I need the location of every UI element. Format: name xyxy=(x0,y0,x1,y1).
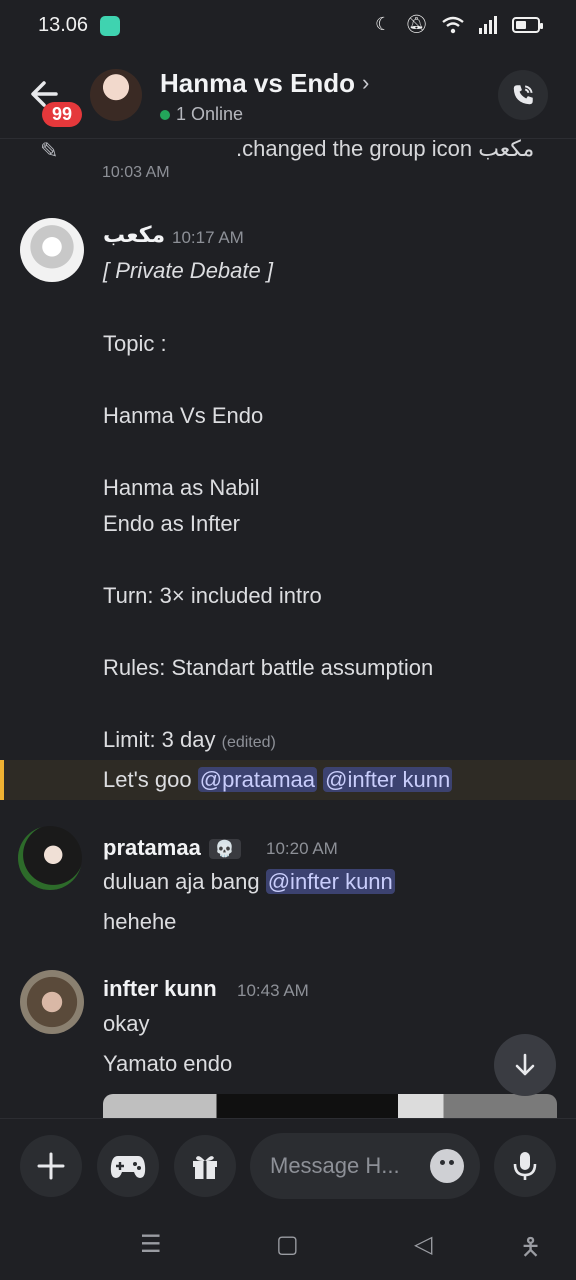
skull-badge-icon: 💀 xyxy=(208,839,241,860)
message-input[interactable]: Message H... xyxy=(250,1133,480,1199)
system-message-time: 10:03 AM xyxy=(102,164,170,181)
online-count: 1 Online xyxy=(176,104,244,124)
chat-header: 99 Hanma vs Endo › 1 Online xyxy=(0,52,576,139)
message-line-text: Limit: 3 day xyxy=(103,727,216,752)
message-input-placeholder: Message H... xyxy=(270,1153,400,1178)
message-time: 10:17 AM xyxy=(172,228,244,247)
status-time: 13.06 xyxy=(38,14,89,36)
phone-icon xyxy=(513,85,533,105)
microphone-icon xyxy=(513,1152,537,1180)
emoji-icon[interactable] xyxy=(430,1149,464,1183)
message-line: duluan aja bang @infter kunn xyxy=(103,869,395,895)
message-line: Limit: 3 day (edited) xyxy=(103,727,276,753)
plus-icon xyxy=(37,1152,65,1180)
message-line: Turn: 3× included intro xyxy=(103,583,322,608)
add-attachment-button[interactable] xyxy=(20,1135,82,1197)
message-line: hehehe xyxy=(103,909,177,934)
image-attachment[interactable] xyxy=(103,1094,557,1118)
call-button[interactable] xyxy=(498,70,548,120)
message-line-text: Let's goo xyxy=(103,767,192,792)
message-line: Hanma Vs Endo xyxy=(103,403,264,428)
message-line: Topic : xyxy=(103,331,167,356)
scroll-to-bottom-button[interactable] xyxy=(494,1034,556,1096)
message-line: Let's goo @pratamaa @infter kunn xyxy=(103,767,453,793)
chat-title[interactable]: Hanma vs Endo xyxy=(160,68,355,99)
author-name: pratamaa xyxy=(103,835,201,860)
message-author[interactable]: infter kunn xyxy=(103,976,217,1002)
activities-button[interactable] xyxy=(97,1135,159,1197)
wifi-icon xyxy=(442,16,464,33)
arrow-down-icon xyxy=(515,1053,535,1076)
avatar[interactable] xyxy=(20,970,84,1034)
unread-badge: 99 xyxy=(42,102,83,127)
accessibility-icon[interactable]: 🯅︎ xyxy=(520,1230,541,1271)
message-line: [ Private Debate ] xyxy=(103,258,273,283)
avatar[interactable] xyxy=(20,218,84,282)
message-line: Hanma as Nabil xyxy=(103,475,260,500)
message-list[interactable]: ✎ .changed the group icon مكعب 10:03 AM … xyxy=(0,138,576,1118)
message-author[interactable]: مكعب xyxy=(103,222,165,248)
pencil-icon: ✎ xyxy=(40,138,59,163)
gift-button[interactable] xyxy=(174,1135,236,1197)
message-line: Yamato endo xyxy=(103,1051,233,1076)
message-line: okay xyxy=(103,1011,150,1036)
message-composer: Message H... xyxy=(0,1118,576,1215)
online-dot-icon xyxy=(160,109,170,120)
notification-app-icon xyxy=(100,16,120,36)
system-message-text: .changed the group icon مكعب xyxy=(236,138,535,161)
signal-icon xyxy=(479,15,497,34)
status-bar: 13.06 ☾ 🔕︎ xyxy=(0,0,576,52)
message-author[interactable]: pratamaa 💀 xyxy=(103,835,241,861)
home-icon[interactable]: ▢ xyxy=(276,1230,299,1259)
online-status: 1 Online xyxy=(160,104,243,125)
battery-icon xyxy=(512,16,543,33)
user-mention[interactable]: @infter kunn xyxy=(323,767,453,792)
message-line: Rules: Standart battle assumption xyxy=(103,655,434,680)
message-time: 10:20 AM xyxy=(266,839,338,858)
edited-label: (edited) xyxy=(221,734,276,751)
avatar[interactable] xyxy=(18,826,82,890)
moon-icon: ☾ xyxy=(375,14,392,34)
back-icon[interactable]: ◁ xyxy=(414,1230,432,1259)
gift-icon xyxy=(193,1156,217,1179)
mute-bell-icon: 🔕︎ xyxy=(405,14,428,34)
status-icons: ☾ 🔕︎ xyxy=(375,14,543,35)
system-nav-bar: ☰ ▢ ◁ 🯅︎ xyxy=(0,1214,576,1280)
voice-message-button[interactable] xyxy=(494,1135,556,1197)
menu-icon[interactable]: ☰ xyxy=(140,1230,162,1259)
system-message: ✎ .changed the group icon مكعب 10:03 AM xyxy=(40,138,560,196)
user-mention[interactable]: @infter kunn xyxy=(265,869,395,894)
group-avatar[interactable] xyxy=(90,69,142,121)
message-time: 10:43 AM xyxy=(237,981,309,1000)
user-mention[interactable]: @pratamaa xyxy=(197,767,318,792)
message-line: Endo as Infter xyxy=(103,511,240,536)
message-line-text: duluan aja bang xyxy=(103,869,260,894)
gamepad-icon xyxy=(110,1156,146,1178)
chevron-right-icon[interactable]: › xyxy=(362,70,369,96)
